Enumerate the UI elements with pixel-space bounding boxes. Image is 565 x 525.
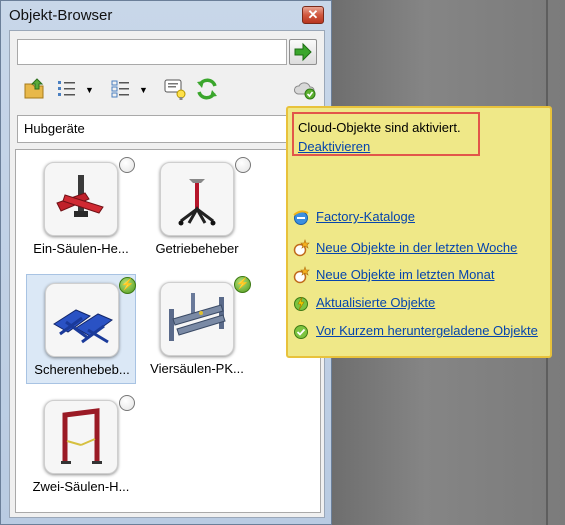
deactivate-link[interactable]: Deaktivieren [298,139,370,154]
object-thumbnail [160,282,234,356]
folder-upload-icon [24,78,44,99]
upload-folder-button[interactable] [23,77,47,101]
link-label: Vor Kurzem heruntergeladene Objekte [316,323,538,338]
refresh-icon [197,78,217,100]
category-select[interactable]: Hubgeräte [17,115,307,143]
downloaded-check-icon [294,325,308,339]
new-last-week-link[interactable]: Neue Objekte in der letzten Woche [292,238,550,258]
tips-button[interactable] [163,77,187,101]
detail-view-icon [111,80,129,98]
download-status-icon [119,157,135,173]
list-view-dropdown-arrow[interactable]: ▼ [85,85,94,95]
updated-objects-link[interactable]: Aktualisierte Objekte [292,293,550,313]
update-icon [294,296,308,311]
toolbar: ▼ ▼ [17,75,317,105]
lightbulb-tip-icon [164,79,186,100]
factory-catalogs-link[interactable]: Factory-Kataloge [292,207,550,227]
new-star-icon [293,239,310,257]
object-item-label: Viersäulen-PK... [150,361,244,376]
search-go-button[interactable] [289,39,317,65]
link-label: Aktualisierte Objekte [316,295,436,310]
four-post-lift-icon [169,293,226,341]
transmission-jack-icon [178,179,216,226]
ie-globe-icon [293,210,309,225]
arrow-right-icon [294,42,312,62]
cloud-enabled-text: Cloud-Objekte sind aktiviert. [298,120,461,135]
object-thumbnail [44,400,118,474]
object-item-getriebeheber[interactable]: Getriebeheber [142,154,252,264]
refresh-button[interactable] [195,77,219,101]
two-post-lift-icon [61,408,102,464]
cloud-check-icon [294,82,316,100]
link-label: Neue Objekte im letzten Monat [316,267,495,282]
object-item-label: Getriebeheber [155,241,239,256]
list-view-icon [58,81,75,96]
detail-view-dropdown-arrow[interactable]: ▼ [139,85,148,95]
title-bar[interactable]: Objekt-Browser ✕ [1,1,331,31]
download-status-icon [235,157,251,173]
link-label: Neue Objekte in der letzten Woche [316,240,518,255]
cloud-notice: Cloud-Objekte sind aktiviert. Deaktivier… [292,112,480,156]
new-last-month-link[interactable]: Neue Objekte im letzten Monat [292,265,550,285]
object-item-scherenhebebuehne[interactable]: ⚡ Scherenhebeb... [26,274,136,384]
object-thumbnail [45,283,119,357]
object-item-zwei-saeulen[interactable]: Zwei-Säulen-H... [26,392,136,502]
list-view-button[interactable] [55,77,79,101]
update-available-icon: ⚡ [234,276,251,293]
browser-panel: ▼ ▼ Hubgeräte Ein-Säulen-He... Getriebeh… [9,30,325,518]
cloud-objects-popup: Cloud-Objekte sind aktiviert. Deaktivier… [286,106,552,358]
object-thumbnail [44,162,118,236]
scissor-lift-icon [53,309,114,344]
link-label: Factory-Kataloge [316,209,415,224]
download-status-icon [119,395,135,411]
cloud-status-button[interactable] [293,77,317,101]
new-star-icon [293,266,310,284]
object-item-viersaeulen[interactable]: ⚡ Viersäulen-PK... [142,274,252,384]
object-grid: Ein-Säulen-He... Getriebeheber ⚡ Scheren… [15,149,321,513]
recently-downloaded-link[interactable]: Vor Kurzem heruntergeladene Objekte [292,321,550,341]
update-available-icon: ⚡ [119,277,136,294]
search-input[interactable] [17,39,287,65]
detail-view-button[interactable] [109,77,133,101]
object-item-ein-saeulen[interactable]: Ein-Säulen-He... [26,154,136,264]
object-item-label: Ein-Säulen-He... [33,241,129,256]
single-post-lift-icon [56,175,104,217]
object-browser-window: Objekt-Browser ✕ ▼ ▼ Hubgeräte Ein-Säule… [0,0,332,525]
window-title: Objekt-Browser [9,7,113,24]
object-thumbnail [160,162,234,236]
close-button[interactable]: ✕ [302,6,324,24]
object-item-label: Scherenhebeb... [34,362,130,377]
object-item-label: Zwei-Säulen-H... [32,479,130,494]
